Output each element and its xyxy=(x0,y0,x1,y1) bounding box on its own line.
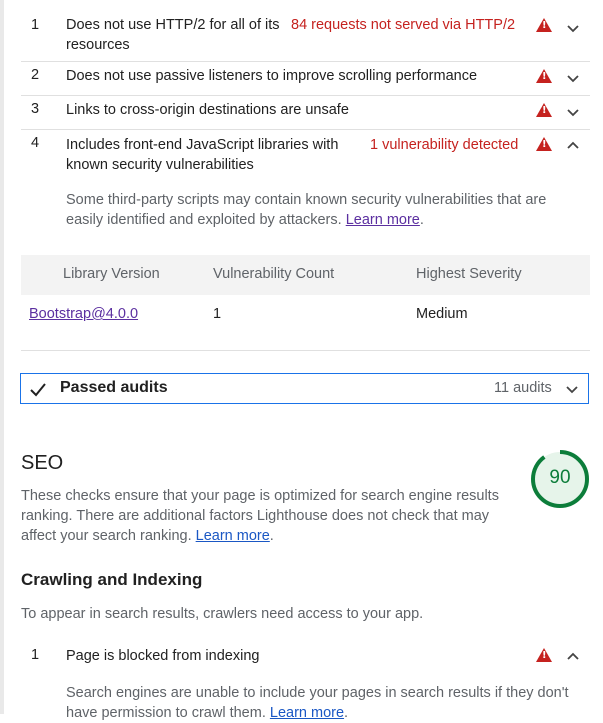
chevron-down-icon[interactable] xyxy=(565,70,581,86)
audit-title: Includes front-end JavaScript libraries … xyxy=(66,137,339,173)
warning-triangle-icon xyxy=(536,648,552,662)
audit-display-value: 84 requests not served via HTTP/2 xyxy=(291,17,516,33)
audit-number: 1 xyxy=(31,647,40,663)
table-cell: Medium xyxy=(416,306,468,322)
audit-description: Search engines are unable to include you… xyxy=(66,685,569,721)
divider xyxy=(21,61,590,62)
audit-row-http2[interactable]: 1 Does not use HTTP/2 for all of its res… xyxy=(21,15,590,60)
warning-triangle-icon xyxy=(536,137,552,151)
chevron-down-icon[interactable] xyxy=(565,20,581,36)
audit-title: Page is blocked from indexing xyxy=(66,648,260,664)
audit-title: Does not use HTTP/2 for all of its resou… xyxy=(66,17,280,53)
chevron-down-icon xyxy=(566,386,578,394)
column-header: Vulnerability Count xyxy=(213,266,335,282)
audit-row-blocked-indexing[interactable]: 1 Page is blocked from indexing xyxy=(21,647,590,673)
warning-triangle-icon xyxy=(536,69,552,83)
group-title: Crawling and Indexing xyxy=(21,570,203,589)
audit-row-passive-listeners[interactable]: 2 Does not use passive listeners to impr… xyxy=(21,67,590,93)
audit-row-cross-origin-links[interactable]: 3 Links to cross-origin destinations are… xyxy=(21,101,590,127)
chevron-up-icon[interactable] xyxy=(565,138,581,154)
column-header: Library Version xyxy=(63,266,160,282)
chevron-up-icon[interactable] xyxy=(565,649,581,665)
chevron-down-icon[interactable] xyxy=(565,104,581,120)
warning-triangle-icon xyxy=(536,18,552,32)
divider xyxy=(21,95,590,96)
learn-more-link[interactable]: Learn more xyxy=(196,528,270,544)
divider xyxy=(21,129,590,130)
score-value: 90 xyxy=(549,467,571,488)
audit-number: 3 xyxy=(31,101,40,117)
audit-title: Links to cross-origin destinations are u… xyxy=(66,102,349,118)
audit-number: 4 xyxy=(31,135,40,151)
passed-audits-count: 11 audits xyxy=(494,380,552,396)
table-cell: 1 xyxy=(213,306,222,322)
category-description: These checks ensure that your page is op… xyxy=(21,488,499,544)
left-border xyxy=(0,0,4,714)
audit-number: 2 xyxy=(31,67,40,83)
table-row: Bootstrap@4.0.0 1 Medium xyxy=(21,295,590,335)
divider xyxy=(21,350,590,351)
audit-number: 1 xyxy=(31,17,40,33)
category-title: SEO xyxy=(21,452,64,474)
column-header: Highest Severity xyxy=(416,266,522,282)
audit-description: Some third-party scripts may contain kno… xyxy=(66,192,547,228)
audit-display-value: 1 vulnerability detected xyxy=(370,137,519,153)
warning-triangle-icon xyxy=(536,103,552,117)
library-link[interactable]: Bootstrap@4.0.0 xyxy=(29,306,138,322)
passed-audits-label: Passed audits xyxy=(60,379,168,396)
audit-row-vulnerable-libraries[interactable]: 4 Includes front-end JavaScript librarie… xyxy=(21,135,590,179)
passed-audits-toggle[interactable]: Passed audits 11 audits xyxy=(20,373,589,404)
table-header: Library Version Vulnerability Count High… xyxy=(21,255,590,295)
learn-more-link[interactable]: Learn more xyxy=(346,212,420,228)
group-description: To appear in search results, crawlers ne… xyxy=(21,606,424,622)
learn-more-link[interactable]: Learn more xyxy=(270,705,344,721)
audit-title: Does not use passive listeners to improv… xyxy=(66,68,478,84)
checkmark-icon xyxy=(30,383,46,397)
